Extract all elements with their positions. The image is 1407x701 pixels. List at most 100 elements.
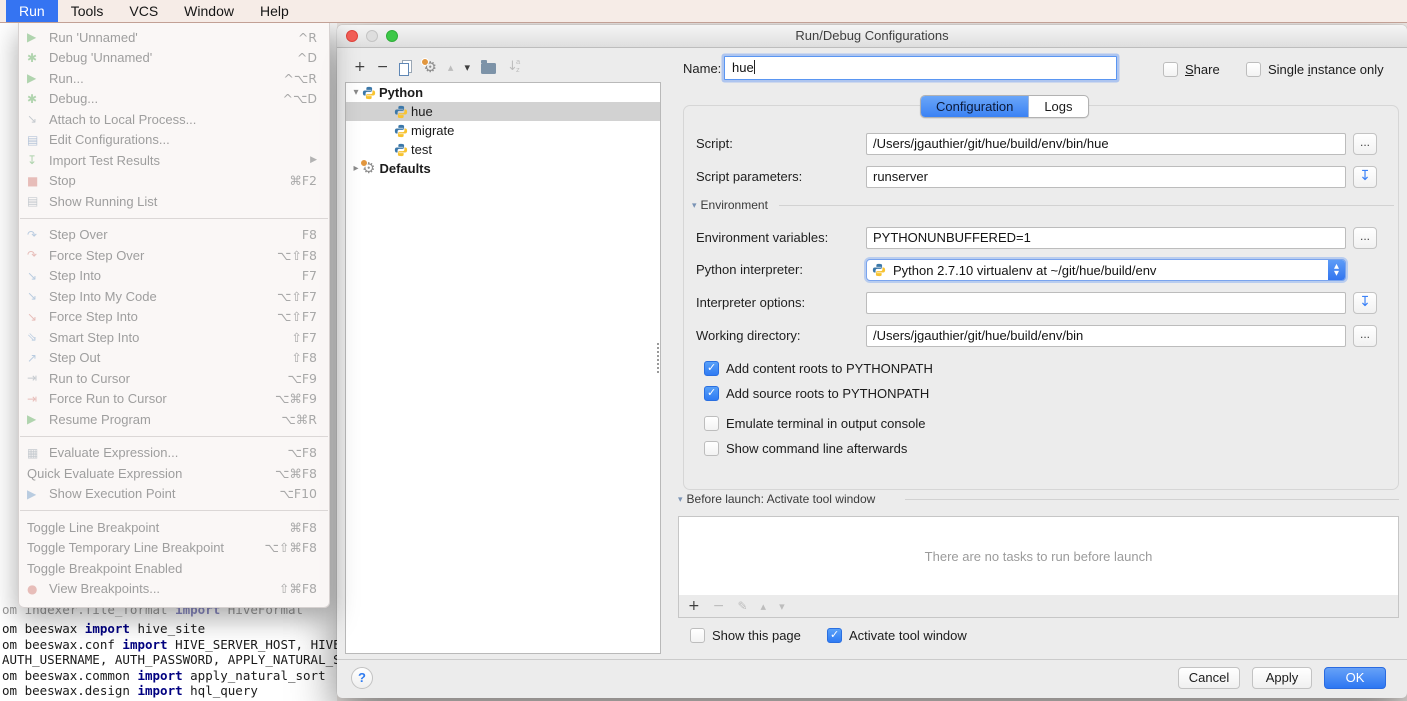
- menu-item-run-unnamed[interactable]: ▶ Run 'Unnamed' ^R: [19, 27, 329, 48]
- ok-button[interactable]: OK: [1324, 667, 1386, 689]
- tree-splitter-handle[interactable]: [657, 343, 663, 373]
- menu-item-run-to-cursor[interactable]: ⇥ Run to Cursor ⌥F9: [19, 368, 329, 389]
- menu-item-debug[interactable]: ✱ Debug... ^⌥D: [19, 89, 329, 110]
- menu-separator: [20, 436, 328, 437]
- share-checkbox[interactable]: [1163, 62, 1178, 77]
- content-roots-checkbox[interactable]: [704, 361, 719, 376]
- environment-section-header[interactable]: ▾Environment: [692, 198, 768, 212]
- show-command-line-checkbox[interactable]: [704, 441, 719, 456]
- edit-defaults-icon[interactable]: ⚙: [423, 60, 436, 75]
- params-expand-button[interactable]: ↧: [1353, 166, 1377, 188]
- show-this-page-checkbox[interactable]: [690, 628, 705, 643]
- add-configuration-button[interactable]: +: [354, 60, 366, 74]
- before-launch-task-list[interactable]: There are no tasks to run before launch: [678, 516, 1399, 596]
- move-down-button[interactable]: ▾: [464, 62, 470, 73]
- menu-item-force-step-over[interactable]: ↷ Force Step Over ⌥⇧F8: [19, 245, 329, 266]
- apply-button[interactable]: Apply: [1252, 667, 1312, 689]
- menu-item-step-out[interactable]: ↗ Step Out ⇧F8: [19, 348, 329, 369]
- add-task-button[interactable]: +: [688, 599, 700, 613]
- cancel-button[interactable]: Cancel: [1178, 667, 1240, 689]
- source-roots-checkbox[interactable]: [704, 386, 719, 401]
- tree-item-migrate[interactable]: migrate: [346, 121, 660, 140]
- sort-configurations-icon[interactable]: ↓ az: [507, 59, 523, 75]
- menu-item-step-into-my-code[interactable]: ↘ Step Into My Code ⌥⇧F7: [19, 286, 329, 307]
- menu-item-run[interactable]: ▶ Run... ^⌥R: [19, 68, 329, 89]
- menu-item-edit-configurations[interactable]: ▤ Edit Configurations...: [19, 130, 329, 151]
- name-input[interactable]: hue: [724, 56, 1117, 80]
- menu-item-attach-to-local-process[interactable]: ↘ Attach to Local Process...: [19, 109, 329, 130]
- tab-logs[interactable]: Logs: [1029, 96, 1087, 117]
- move-up-button[interactable]: ▴: [448, 62, 454, 73]
- menu-item-toggle-line-breakpoint[interactable]: Toggle Line Breakpoint ⌘F8: [19, 517, 329, 538]
- menu-item-evaluate-expression[interactable]: ▦ Evaluate Expression... ⌥F8: [19, 443, 329, 464]
- attach-icon: ↘: [27, 113, 49, 125]
- menu-item-step-over[interactable]: ↷ Step Over F8: [19, 225, 329, 246]
- code-line: om beeswax.design import hql_query: [2, 683, 337, 698]
- dialog-title: Run/Debug Configurations: [337, 28, 1407, 43]
- copy-configuration-icon[interactable]: [399, 60, 412, 75]
- combo-stepper-icon[interactable]: ▲▼: [1328, 259, 1345, 281]
- show-execution-point-icon: ▶: [27, 488, 49, 500]
- script-browse-button[interactable]: ...: [1353, 133, 1377, 155]
- script-input[interactable]: /Users/jgauthier/git/hue/build/env/bin/h…: [866, 133, 1346, 155]
- emulate-terminal-checkbox[interactable]: [704, 416, 719, 431]
- menu-item-resume-program[interactable]: ▶ Resume Program ⌥⌘R: [19, 409, 329, 430]
- tab-configuration[interactable]: Configuration: [921, 96, 1029, 117]
- dialog-titlebar[interactable]: Run/Debug Configurations: [337, 25, 1407, 48]
- menu-item-force-run-to-cursor[interactable]: ⇥ Force Run to Cursor ⌥⌘F9: [19, 389, 329, 410]
- options-expand-button[interactable]: ↧: [1353, 292, 1377, 314]
- import-test-results-icon: ↧: [27, 154, 49, 166]
- help-button[interactable]: ?: [351, 667, 373, 689]
- remove-task-button[interactable]: −: [713, 599, 725, 613]
- menubar-item-vcs[interactable]: VCS: [116, 0, 171, 22]
- content-roots-label: Add content roots to PYTHONPATH: [726, 361, 933, 376]
- evaluate-expression-icon: ▦: [27, 447, 49, 459]
- create-folder-icon[interactable]: [481, 63, 496, 74]
- menubar-item-tools[interactable]: Tools: [58, 0, 117, 22]
- code-line: om beeswax.conf import HIVE_SERVER_HOST,…: [2, 637, 337, 652]
- single-instance-checkbox[interactable]: [1246, 62, 1261, 77]
- section-divider: [905, 499, 1399, 500]
- show-command-line-label: Show command line afterwards: [726, 441, 907, 456]
- section-collapse-icon: ▾: [692, 201, 697, 211]
- script-parameters-input[interactable]: runserver: [866, 166, 1346, 188]
- edit-task-icon[interactable]: ✎: [737, 600, 747, 612]
- menu-item-step-into[interactable]: ↘ Step Into F7: [19, 266, 329, 287]
- menu-item-show-running-list[interactable]: ▤ Show Running List: [19, 191, 329, 212]
- task-move-up-button[interactable]: ▴: [761, 601, 767, 612]
- tree-item-defaults[interactable]: ▸ ⚙ Defaults: [346, 159, 660, 178]
- menubar-item-window[interactable]: Window: [171, 0, 247, 22]
- menu-item-smart-step-into[interactable]: ⇘ Smart Step Into ⇧F7: [19, 327, 329, 348]
- menubar: Run Tools VCS Window Help: [0, 0, 1407, 23]
- menu-item-force-step-into[interactable]: ↘ Force Step Into ⌥⇧F7: [19, 307, 329, 328]
- menu-item-toggle-temporary-line-breakpoint[interactable]: Toggle Temporary Line Breakpoint ⌥⇧⌘F8: [19, 538, 329, 559]
- menu-item-stop[interactable]: ■ Stop ⌘F2: [19, 171, 329, 192]
- workdir-browse-button[interactable]: ...: [1353, 325, 1377, 347]
- remove-configuration-button[interactable]: −: [377, 60, 389, 74]
- expanded-arrow-icon[interactable]: ▾: [350, 87, 362, 98]
- tree-item-hue[interactable]: hue: [346, 102, 660, 121]
- smart-step-into-icon: ⇘: [27, 331, 49, 343]
- desktop: om indexer.file_format import HiveFormat…: [0, 0, 1407, 701]
- tree-item-python[interactable]: ▾ Python: [346, 83, 660, 102]
- single-instance-label: Single instance only: [1268, 62, 1384, 77]
- envvars-edit-button[interactable]: ...: [1353, 227, 1377, 249]
- menubar-item-help[interactable]: Help: [247, 0, 302, 22]
- menubar-item-run[interactable]: Run: [6, 0, 58, 22]
- menu-item-debug-unnamed[interactable]: ✱ Debug 'Unnamed' ^D: [19, 48, 329, 69]
- dialog-button-bar: ? Cancel Apply OK: [337, 659, 1407, 698]
- working-directory-input[interactable]: /Users/jgauthier/git/hue/build/env/bin: [866, 325, 1346, 347]
- menu-item-import-test-results[interactable]: ↧ Import Test Results ▶: [19, 150, 329, 171]
- activate-tool-window-checkbox[interactable]: [827, 628, 842, 643]
- show-this-page-label: Show this page: [712, 628, 801, 643]
- interpreter-options-input[interactable]: [866, 292, 1346, 314]
- python-interpreter-combo[interactable]: Python 2.7.10 virtualenv at ~/git/hue/bu…: [866, 259, 1346, 281]
- before-launch-header[interactable]: ▾Before launch: Activate tool window: [678, 492, 875, 506]
- menu-item-quick-evaluate-expression[interactable]: Quick Evaluate Expression ⌥⌘F8: [19, 463, 329, 484]
- task-move-down-button[interactable]: ▾: [779, 601, 785, 612]
- tree-item-test[interactable]: test: [346, 140, 660, 159]
- menu-item-show-execution-point[interactable]: ▶ Show Execution Point ⌥F10: [19, 484, 329, 505]
- menu-item-toggle-breakpoint-enabled[interactable]: Toggle Breakpoint Enabled: [19, 558, 329, 579]
- environment-variables-input[interactable]: PYTHONUNBUFFERED=1: [866, 227, 1346, 249]
- menu-item-view-breakpoints[interactable]: ● View Breakpoints... ⇧⌘F8: [19, 579, 329, 600]
